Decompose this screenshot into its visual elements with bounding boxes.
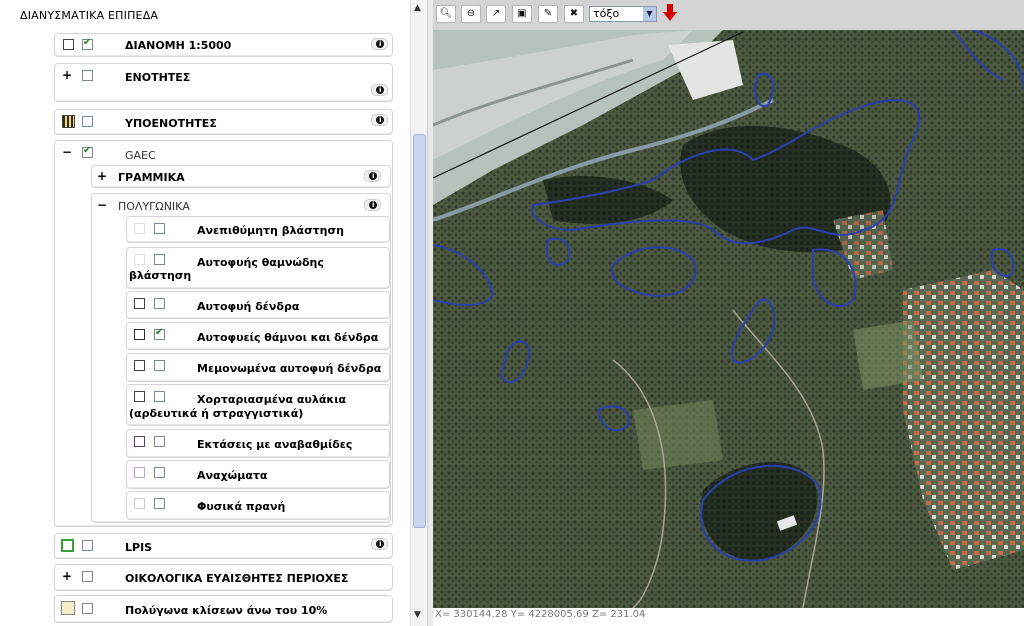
layer-checkbox[interactable] (154, 436, 165, 447)
layer-checkbox[interactable] (154, 254, 165, 265)
select-value: τόξο (593, 7, 620, 20)
info-icon[interactable]: i (364, 199, 381, 211)
info-icon[interactable]: i (371, 38, 388, 50)
sublayer-item: Ανεπιθύμητη βλάστηση (126, 216, 390, 243)
layer-checkbox[interactable] (154, 391, 165, 402)
layer-checkbox[interactable] (82, 603, 93, 614)
sublayer-item: Εκτάσεις με αναβαθμίδες (126, 429, 390, 458)
scroll-up-icon[interactable]: ▲ (414, 3, 421, 13)
layer-checkbox[interactable] (154, 467, 165, 478)
layer-swatch (134, 298, 145, 309)
map-imagery[interactable] (433, 30, 1024, 608)
layer-lpis: LPIS i (54, 533, 393, 559)
layer-swatch (134, 254, 145, 265)
map-toolbar: 🔍︎ ⊖ ↗ ▣ ✎ ✖ τόξο ▼ (433, 0, 1024, 30)
layer-label: (αρδευτικά ή στραγγιστικά) (129, 407, 304, 420)
layer-checkbox[interactable] (154, 298, 165, 309)
layer-label: ΕΝΟΤΗΤΕΣ (125, 71, 191, 84)
layer-swatch (63, 39, 74, 50)
layer-label: Αυτοφυής θαμνώδης (197, 256, 324, 269)
info-icon[interactable]: i (364, 170, 381, 182)
collapse-icon[interactable]: − (97, 199, 107, 211)
layer-label: ΔΙΑΝΟΜΗ 1:5000 (125, 39, 232, 52)
layer-label: Μεμονωμένα αυτοφυή δένδρα (197, 362, 382, 375)
sublayer-item: Αυτοφυή δένδρα (126, 291, 390, 319)
layer-swatch (134, 498, 145, 509)
close-icon[interactable]: ✖ (564, 5, 584, 23)
sublayer-item: Αυτοφυείς θάμνοι και δένδρα (126, 322, 390, 350)
layer-swatch (62, 115, 75, 128)
layer-label: Χορταριασμένα αυλάκια (197, 393, 347, 406)
layer-label: GAEC (125, 149, 156, 162)
layer-swatch (134, 329, 145, 340)
layer-ypoenotites: ΥΠΟΕΝΟΤΗΤΕΣ i (54, 109, 393, 135)
layer-label: Πολύγωνα κλίσεων άνω του 10% (125, 604, 328, 617)
sublayer-item: Μεμονωμένα αυτοφυή δένδρα (126, 353, 390, 382)
panel-scrollbar[interactable]: ▲ ▼ (410, 0, 427, 626)
layer-checkbox[interactable] (82, 145, 93, 158)
expand-icon[interactable]: + (97, 170, 107, 182)
red-arrow-down-icon[interactable] (662, 3, 678, 23)
measure-mode-select[interactable]: τόξο ▼ (589, 6, 657, 22)
sublayer-item: Φυσικά πρανή (126, 491, 390, 520)
sublayer-item: Αναχώματα (126, 460, 390, 489)
coordinate-readout: X= 330144.28 Y= 4228005.69 Z= 231.04 (433, 608, 1024, 626)
layer-label: Ανεπιθύμητη βλάστηση (197, 224, 344, 237)
layer-label: Εκτάσεις με αναβαθμίδες (197, 438, 353, 451)
layer-checkbox[interactable] (154, 327, 165, 340)
chevron-down-icon[interactable]: ▼ (643, 7, 656, 21)
layer-checkbox[interactable] (154, 223, 165, 234)
info-icon[interactable]: i (371, 84, 388, 96)
draw-icon[interactable]: ✎ (538, 5, 558, 23)
layer-label: ΠΟΛΥΓΩΝΙΚΑ (118, 200, 190, 213)
layer-dianomi: ΔΙΑΝΟΜΗ 1:5000 i (54, 33, 393, 57)
expand-icon[interactable]: + (62, 69, 72, 81)
layer-label: Αυτοφυή δένδρα (197, 300, 300, 313)
layer-label: ΓΡΑΜΜΙΚΑ (118, 171, 185, 184)
layer-label: βλάστηση (129, 269, 192, 282)
layer-oikologika: + ΟΙΚΟΛΟΓΙΚΑ ΕΥΑΙΣΘΗΤΕΣ ΠΕΡΙΟΧΕΣ (54, 564, 393, 591)
sublayer-item: Αυτοφυής θαμνώδης βλάστηση (126, 247, 390, 289)
layer-swatch (61, 601, 75, 615)
scroll-down-icon[interactable]: ▼ (414, 610, 421, 620)
layer-label: Φυσικά πρανή (197, 500, 286, 513)
layer-checkbox[interactable] (82, 37, 93, 50)
info-icon[interactable]: i (371, 538, 388, 550)
layer-label: LPIS (125, 541, 153, 554)
satellite-map[interactable] (433, 30, 1024, 608)
layer-grammika: + ΓΡΑΜΜΙΚΑ i (91, 165, 391, 188)
image-icon[interactable]: ▣ (512, 5, 532, 23)
layer-checkbox[interactable] (154, 498, 165, 509)
full-extent-icon[interactable]: ↗ (486, 5, 506, 23)
scroll-thumb[interactable] (413, 134, 426, 528)
layer-swatch (134, 467, 145, 478)
sublayer-item: Χορταριασμένα αυλάκια (αρδευτικά ή στραγ… (126, 384, 390, 426)
layer-checkbox[interactable] (82, 540, 93, 551)
zoom-out-icon[interactable]: ⊖ (461, 5, 481, 23)
layer-swatch (134, 223, 145, 234)
info-icon[interactable]: i (371, 114, 388, 126)
layer-checkbox[interactable] (82, 116, 93, 127)
layer-label: ΟΙΚΟΛΟΓΙΚΑ ΕΥΑΙΣΘΗΤΕΣ ΠΕΡΙΟΧΕΣ (125, 572, 349, 585)
layer-checkbox[interactable] (82, 70, 93, 81)
layer-klisi: Πολύγωνα κλίσεων άνω του 10% (54, 595, 393, 623)
layer-swatch (61, 539, 74, 552)
layer-label: ΥΠΟΕΝΟΤΗΤΕΣ (125, 117, 217, 130)
layer-swatch (134, 360, 145, 371)
layer-enotites: + ΕΝΟΤΗΤΕΣ i (54, 63, 393, 102)
layer-swatch (134, 391, 145, 402)
layer-panel: ΔΙΑΝΥΣΜΑΤΙΚΑ ΕΠΙΠΕΔΑ ΔΙΑΝΟΜΗ 1:5000 i + … (0, 0, 410, 626)
panel-title: ΔΙΑΝΥΣΜΑΤΙΚΑ ΕΠΙΠΕΔΑ (20, 9, 159, 22)
layer-checkbox[interactable] (154, 360, 165, 371)
layer-checkbox[interactable] (82, 571, 93, 582)
layer-label: Αναχώματα (197, 469, 268, 482)
layer-swatch (134, 436, 145, 447)
layer-label: Αυτοφυείς θάμνοι και δένδρα (197, 331, 379, 344)
collapse-icon[interactable]: − (62, 146, 72, 158)
expand-icon[interactable]: + (62, 570, 72, 582)
zoom-in-icon[interactable]: 🔍︎ (436, 5, 456, 23)
